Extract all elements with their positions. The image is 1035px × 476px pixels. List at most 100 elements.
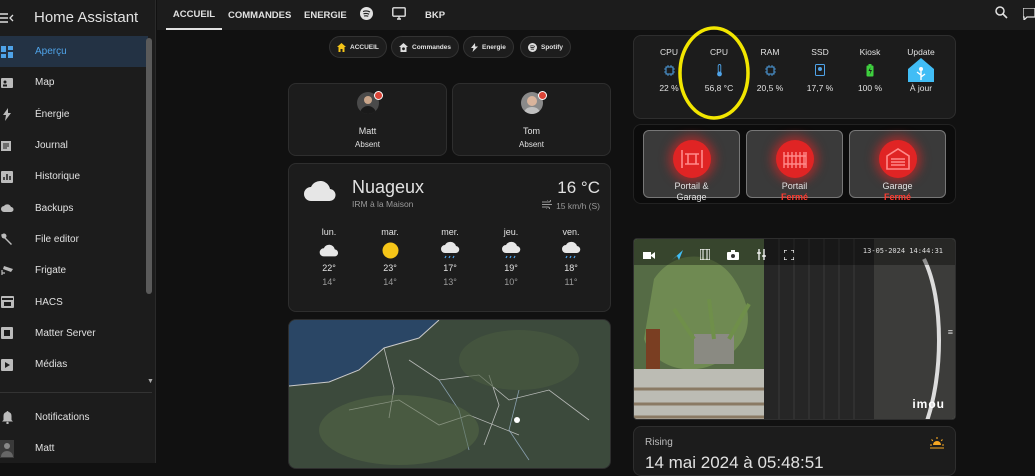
fullscreen-icon[interactable]: [783, 247, 795, 265]
tab-label: ACCUEIL: [172, 8, 216, 20]
user-avatar-icon: [0, 439, 14, 458]
camera-brand-watermark: imou: [912, 397, 945, 411]
play-icon: [0, 358, 14, 372]
weather-condition: Nuageux: [352, 177, 425, 197]
gate-garage[interactable]: Garage Fermé: [849, 130, 946, 202]
forecast-low: 13°: [443, 277, 457, 287]
chip-spotify[interactable]: Spotify: [520, 36, 572, 58]
film-icon[interactable]: [699, 247, 711, 265]
assist-chat-icon[interactable]: [1022, 7, 1035, 25]
sidebar-item-map[interactable]: Map: [0, 67, 148, 98]
hacs-icon: [0, 295, 14, 309]
person-card-tom[interactable]: Tom Absent: [452, 83, 611, 156]
gate-portail[interactable]: Portail Fermé: [746, 130, 843, 202]
sidebar-item-apercu[interactable]: Aperçu: [0, 36, 148, 68]
sidebar-item-medias[interactable]: Médias: [0, 349, 148, 380]
wrench-icon: [0, 232, 14, 246]
sidebar-item-energie[interactable]: Énergie: [0, 99, 148, 130]
cloudy-icon: [303, 178, 337, 207]
tab-bkp[interactable]: BKP: [425, 0, 445, 30]
forecast-high: 18°: [564, 263, 578, 273]
rain-cloud-icon: [551, 237, 591, 263]
sidebar-item-file-editor[interactable]: File editor: [0, 224, 148, 255]
forecast-low: 10°: [504, 277, 518, 287]
person-name: Tom: [522, 126, 540, 136]
stat-ssd[interactable]: SSD 17,7 %: [800, 47, 840, 93]
snapshot-camera-icon[interactable]: [727, 247, 739, 265]
video-camera-icon[interactable]: [643, 247, 655, 265]
cctv-icon: [0, 264, 14, 278]
gate-name: Portail &: [674, 181, 709, 191]
forecast-day-label: mar.: [381, 227, 399, 237]
tab-spotify[interactable]: [360, 0, 373, 30]
forecast-day-label: ven.: [562, 227, 580, 237]
sidebar-item-label: Journal: [35, 140, 68, 152]
forecast-high: 19°: [504, 263, 518, 273]
forecast-day: mar. 23° 14°: [370, 227, 410, 287]
tab-accueil[interactable]: ACCUEIL: [166, 0, 222, 30]
sidebar-item-historique[interactable]: Historique: [0, 161, 148, 192]
tab-energie[interactable]: ENERGIE: [304, 0, 347, 30]
chip-energie[interactable]: Energie: [463, 36, 514, 58]
sun-icon: [370, 237, 410, 263]
sidebar-item-label: Historique: [35, 171, 81, 183]
settings-sliders-icon[interactable]: [756, 247, 767, 265]
sidebar-item-label: Map: [35, 77, 55, 89]
wind-value: 15 km/h (S): [556, 200, 600, 211]
sidebar-item-notifications[interactable]: Notifications: [0, 402, 148, 433]
person-state: Absent: [519, 140, 544, 149]
spotify-icon: [528, 42, 537, 52]
app-title: Home Assistant: [34, 9, 139, 26]
chip-accueil[interactable]: ACCUEIL: [329, 36, 387, 58]
sidebar-scrollbar[interactable]: [146, 38, 152, 294]
sidebar-item-hacs[interactable]: HACS: [0, 286, 148, 317]
radar-map-card[interactable]: [288, 319, 611, 469]
home-gear-icon: [399, 42, 408, 52]
stat-label: SSD: [811, 47, 829, 57]
stat-kiosk-battery[interactable]: Kiosk 100 %: [850, 47, 890, 93]
tab-monitor[interactable]: [392, 0, 406, 30]
sidebar-item-frigate[interactable]: Frigate: [0, 255, 148, 286]
sidebar-item-backups[interactable]: Backups: [0, 192, 148, 223]
sidebar-item-journal[interactable]: Journal: [0, 130, 148, 161]
garage-icon: [879, 140, 917, 178]
system-stats-card: CPU 22 % CPU 56,8 °C RAM 20,5 % SSD 17,7…: [633, 26, 956, 120]
tab-label: ENERGIE: [304, 9, 347, 21]
camera-feed-image[interactable]: [634, 239, 956, 420]
spotify-icon: [360, 7, 373, 23]
satellite-map[interactable]: [289, 320, 611, 469]
sun-card[interactable]: Rising 14 mai 2024 à 05:48:51: [633, 426, 956, 476]
stat-value: 17,7 %: [806, 83, 834, 93]
gate-icon: [776, 140, 814, 178]
monitor-icon: [392, 7, 406, 23]
sidebar-item-user[interactable]: Matt: [0, 433, 148, 464]
sidebar-item-label: File editor: [35, 233, 79, 245]
chip-commandes[interactable]: Commandes: [391, 36, 460, 58]
tab-label: COMMANDES: [228, 9, 292, 21]
weather-card[interactable]: Nuageux IRM à la Maison 16 °C 15 km/h (S…: [288, 163, 611, 312]
tab-label: BKP: [425, 9, 446, 21]
sidebar-item-label: Énergie: [35, 108, 70, 120]
gate-portail-garage[interactable]: Portail & Garage: [643, 130, 740, 202]
sidebar-item-label: Backups: [35, 202, 74, 214]
tab-commandes[interactable]: COMMANDES: [228, 0, 291, 30]
person-card-matt[interactable]: Matt Absent: [288, 83, 447, 156]
sidebar-bottom: Notifications Matt: [0, 402, 148, 465]
camera-card[interactable]: 13-05-2024 14:44:31 imou ≡: [633, 238, 956, 420]
stat-update[interactable]: Update À jour: [901, 47, 941, 93]
home-icon: [337, 42, 346, 52]
weather-temperature: 16 °C: [557, 178, 600, 197]
stat-label: RAM: [760, 47, 780, 57]
stat-ram[interactable]: RAM 20,5 %: [750, 47, 790, 93]
menu-collapse-icon[interactable]: [0, 11, 14, 25]
sidebar-item-matter-server[interactable]: Matter Server: [0, 318, 148, 349]
forecast-low: 14°: [322, 277, 336, 287]
cast-icon[interactable]: [672, 247, 683, 265]
gate-state: Fermé: [780, 192, 808, 202]
cloudy-icon: [309, 237, 349, 263]
scroll-down-icon[interactable]: ▼: [147, 378, 154, 385]
camera-menu-icon[interactable]: ≡: [948, 327, 953, 337]
chart-icon: [0, 170, 14, 184]
forecast-day: jeu. 19° 10°: [491, 227, 531, 287]
search-icon[interactable]: [995, 6, 1008, 24]
